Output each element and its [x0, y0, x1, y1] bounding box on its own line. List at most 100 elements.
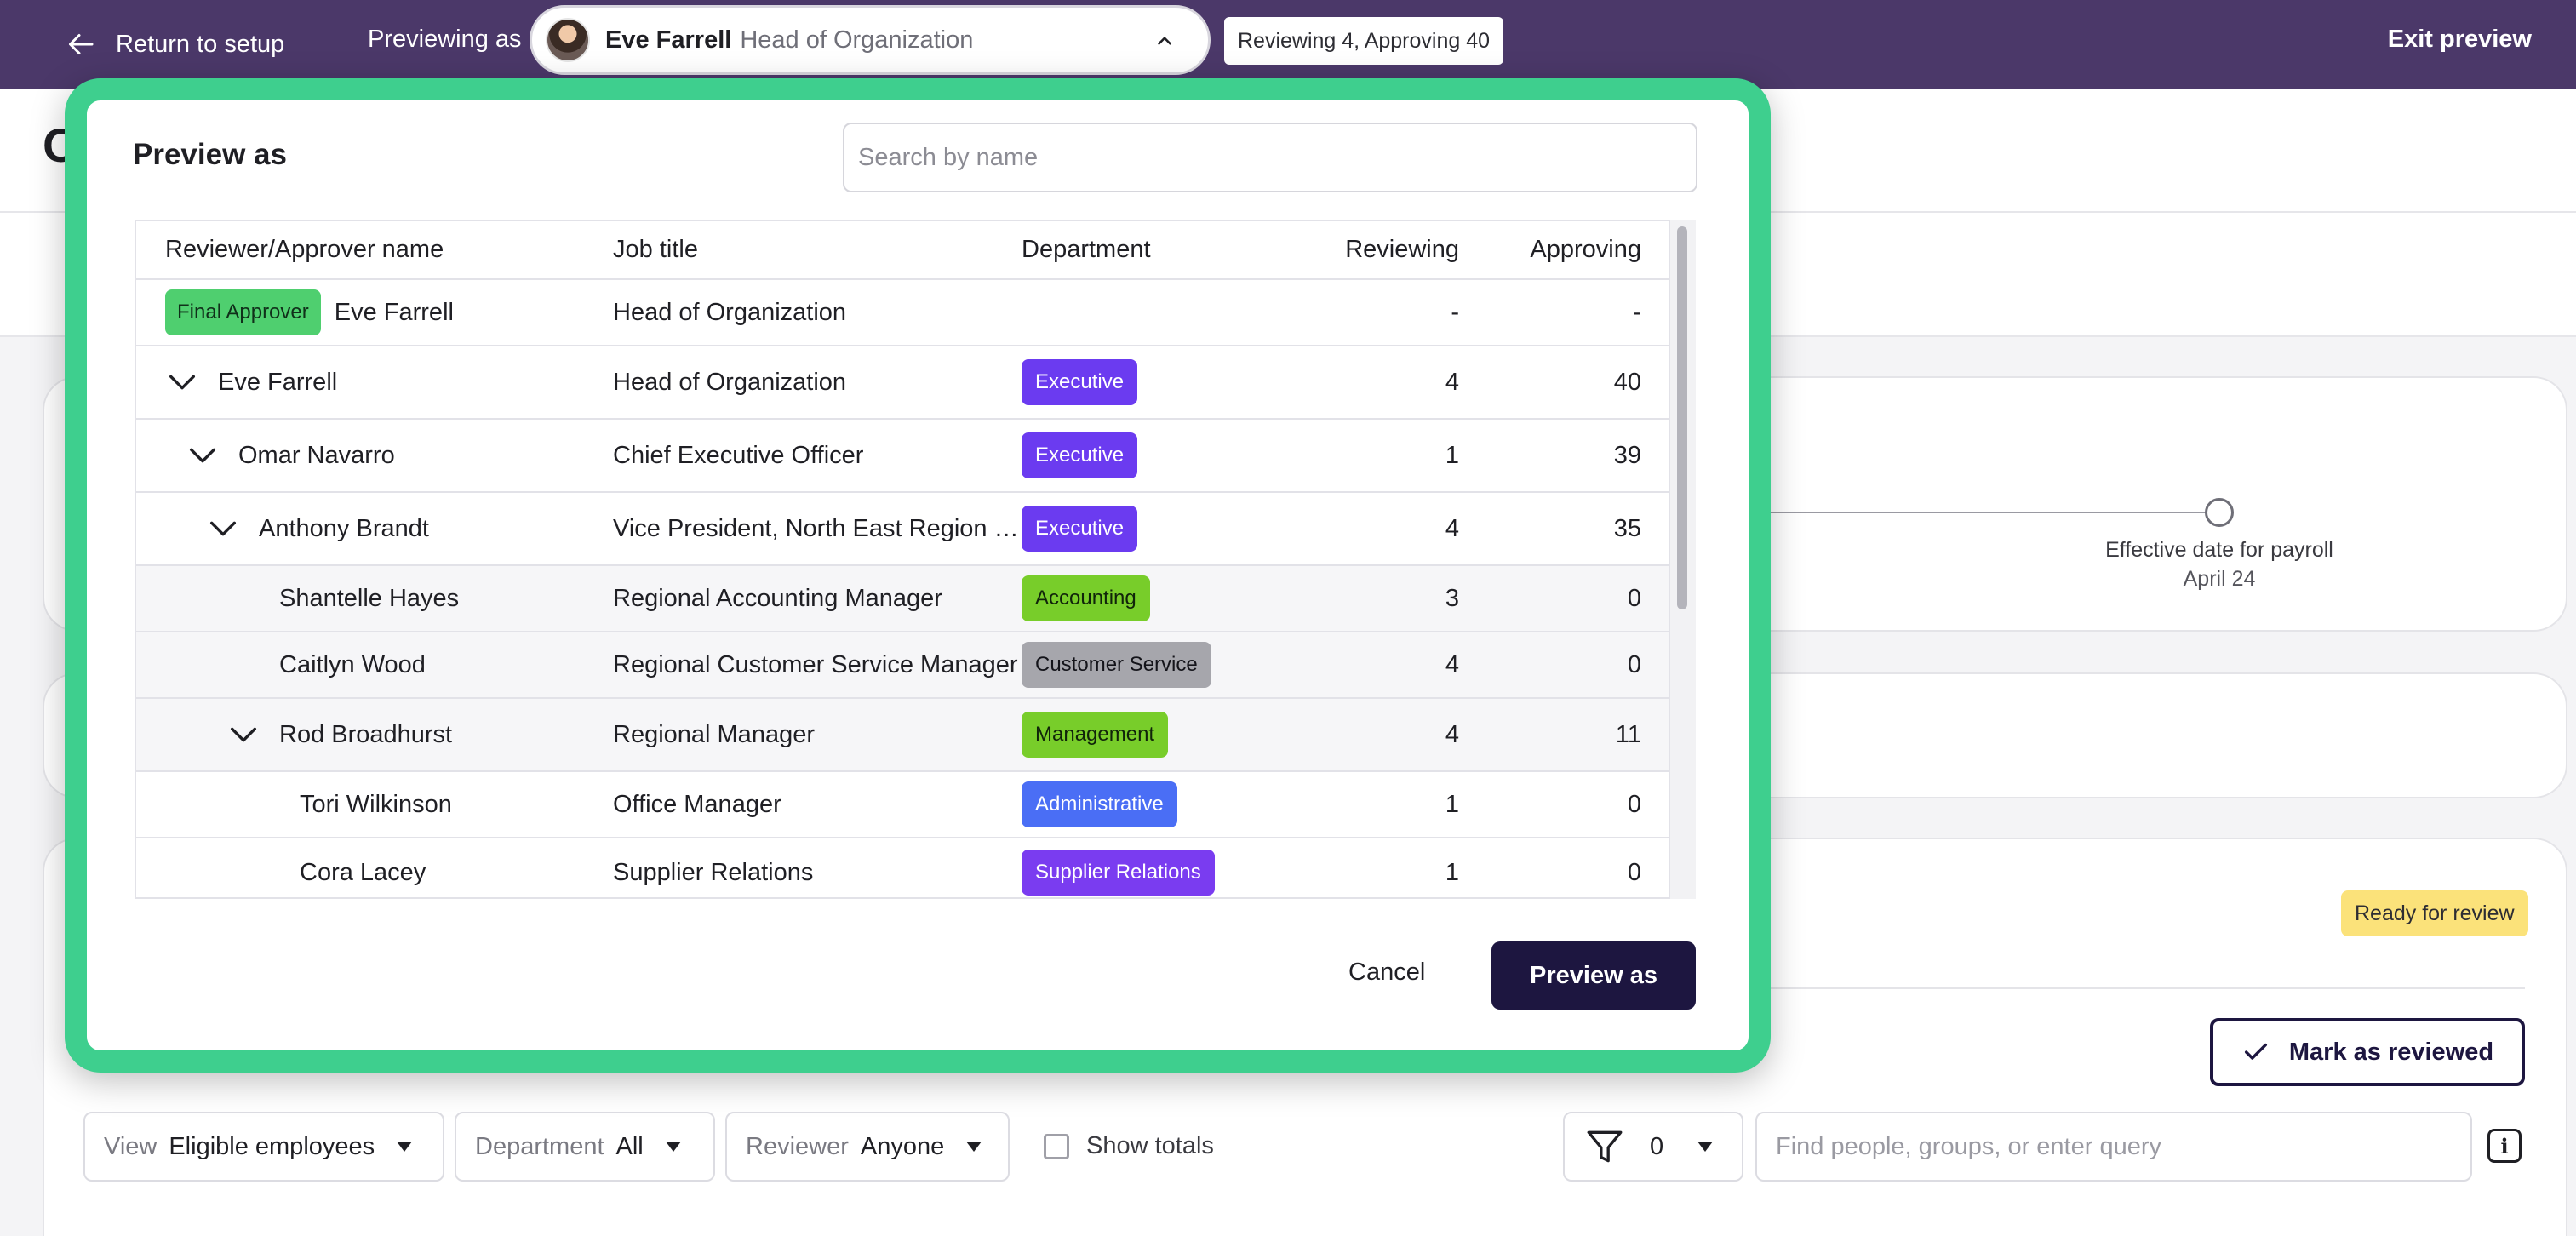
timeline-line [1754, 512, 2213, 513]
exit-preview-button[interactable]: Exit preview [2388, 26, 2532, 54]
department-badge: Supplier Relations [1022, 850, 1215, 896]
chevron-down-icon[interactable] [206, 512, 240, 546]
person-name: Caitlyn Wood [279, 650, 426, 678]
chevron-down-icon[interactable] [186, 438, 220, 472]
reviewer-table: Reviewer/Approver name Job title Departm… [135, 220, 1669, 899]
show-totals-toggle[interactable]: Show totals [1044, 1132, 1214, 1160]
selected-user-name: Eve Farrell [605, 26, 732, 54]
reviewer-filter-value: Anyone [860, 1132, 945, 1160]
job-title: Supplier Relations [613, 838, 1022, 897]
approving-count: - [1495, 279, 1669, 346]
filter-count: 0 [1650, 1132, 1664, 1160]
preview-topbar: Return to setup Previewing as Eve Farrel… [0, 0, 2576, 89]
column-header-reviewing[interactable]: Reviewing [1302, 221, 1495, 280]
table-row[interactable]: Anthony Brandt Vice President, North Eas… [136, 492, 1669, 566]
department-badge: Administrative [1022, 781, 1177, 827]
department-filter-select[interactable]: Department All [455, 1112, 715, 1182]
caret-down-icon [397, 1142, 413, 1152]
reviewing-count: 4 [1302, 698, 1495, 772]
reviewing-count: 4 [1302, 492, 1495, 566]
funnel-icon [1587, 1130, 1623, 1163]
column-header-name[interactable]: Reviewer/Approver name [136, 221, 613, 280]
department-badge: Customer Service [1022, 642, 1211, 688]
reviewing-count: 1 [1302, 771, 1495, 838]
table-header-row: Reviewer/Approver name Job title Departm… [136, 221, 1669, 280]
preview-as-button[interactable]: Preview as [1491, 941, 1696, 1010]
person-name: Shantelle Hayes [279, 584, 460, 612]
person-name: Eve Farrell [334, 298, 454, 326]
table-row[interactable]: Omar Navarro Chief Executive Officer Exe… [136, 419, 1669, 493]
table-row[interactable]: Eve Farrell Head of Organization Executi… [136, 346, 1669, 420]
view-filter-select[interactable]: View Eligible employees [83, 1112, 444, 1182]
divider [1771, 987, 2525, 989]
preview-user-select[interactable]: Eve Farrell Head of Organization [530, 5, 1211, 75]
department-badge: Executive [1022, 432, 1138, 478]
query-placeholder: Find people, groups, or enter query [1776, 1132, 2161, 1160]
final-approver-row[interactable]: Final Approver Eve Farrell Head of Organ… [136, 279, 1669, 346]
reviewing-count: 3 [1302, 565, 1495, 632]
job-title: Chief Executive Officer [613, 419, 1022, 493]
info-icon[interactable]: i [2487, 1129, 2522, 1163]
search-input[interactable] [843, 123, 1697, 192]
view-filter-label: View [104, 1132, 157, 1160]
query-input[interactable]: Find people, groups, or enter query [1755, 1112, 2472, 1182]
department-badge: Accounting [1022, 575, 1150, 621]
department-filter-label: Department [475, 1132, 604, 1160]
final-approver-badge: Final Approver [165, 289, 321, 335]
job-title: Regional Manager [613, 698, 1022, 772]
check-icon [2244, 1043, 2267, 1060]
table-row[interactable]: Caitlyn Wood Regional Customer Service M… [136, 632, 1669, 699]
column-header-approving[interactable]: Approving [1495, 221, 1669, 280]
table-row[interactable]: Shantelle Hayes Regional Accounting Mana… [136, 565, 1669, 632]
status-badge: Ready for review [2341, 890, 2528, 936]
approving-count: 39 [1495, 419, 1669, 493]
reviewer-filter-select[interactable]: Reviewer Anyone [725, 1112, 1010, 1182]
reviewing-count: - [1302, 279, 1495, 346]
reviewing-count: 4 [1302, 346, 1495, 420]
approving-count: 11 [1495, 698, 1669, 772]
chevron-down-icon[interactable] [165, 365, 199, 399]
job-title: Vice President, North East Region & Oper… [613, 492, 1022, 566]
department-badge: Executive [1022, 506, 1138, 552]
column-header-department[interactable]: Department [1022, 221, 1302, 280]
table-row[interactable]: Rod Broadhurst Regional Manager Manageme… [136, 698, 1669, 772]
review-counts-badge: Reviewing 4, Approving 40 [1224, 17, 1504, 65]
approving-count: 0 [1495, 771, 1669, 838]
department-cell [1022, 279, 1302, 346]
job-title: Head of Organization [613, 346, 1022, 420]
person-name: Eve Farrell [218, 368, 338, 396]
table-row[interactable]: Tori Wilkinson Office Manager Administra… [136, 771, 1669, 838]
reviewing-count: 1 [1302, 419, 1495, 493]
column-header-job-title[interactable]: Job title [613, 221, 1022, 280]
person-name: Cora Lacey [300, 858, 426, 886]
reviewer-filter-label: Reviewer [746, 1132, 849, 1160]
show-totals-checkbox[interactable] [1044, 1133, 1069, 1159]
person-name: Omar Navarro [238, 441, 395, 469]
person-name: Anthony Brandt [259, 514, 429, 542]
view-filter-value: Eligible employees [169, 1132, 375, 1160]
job-title: Head of Organization [613, 279, 1022, 346]
return-to-setup-link[interactable]: Return to setup [66, 20, 284, 68]
approving-count: 35 [1495, 492, 1669, 566]
approving-count: 0 [1495, 565, 1669, 632]
arrow-left-icon [69, 34, 94, 54]
department-filter-value: All [615, 1132, 644, 1160]
caret-down-icon [966, 1142, 982, 1152]
approving-count: 40 [1495, 346, 1669, 420]
table-scrollbar-thumb[interactable] [1677, 226, 1687, 609]
job-title: Office Manager [613, 771, 1022, 838]
approving-count: 0 [1495, 838, 1669, 897]
modal-title: Preview as [133, 138, 287, 171]
timeline-step-date: April 24 [2183, 567, 2256, 591]
previewing-as-label: Previewing as [368, 26, 522, 53]
cancel-button[interactable]: Cancel [1348, 958, 1425, 987]
table-row[interactable]: Cora Lacey Supplier Relations Supplier R… [136, 838, 1669, 897]
caret-down-icon [665, 1142, 681, 1152]
advanced-filter-button[interactable]: 0 [1563, 1112, 1743, 1182]
job-title: Regional Accounting Manager [613, 565, 1022, 632]
avatar [546, 18, 590, 62]
reviewing-count: 1 [1302, 838, 1495, 897]
mark-as-reviewed-label: Mark as reviewed [2288, 1038, 2494, 1066]
mark-as-reviewed-button[interactable]: Mark as reviewed [2210, 1018, 2525, 1086]
chevron-down-icon[interactable] [226, 718, 260, 752]
